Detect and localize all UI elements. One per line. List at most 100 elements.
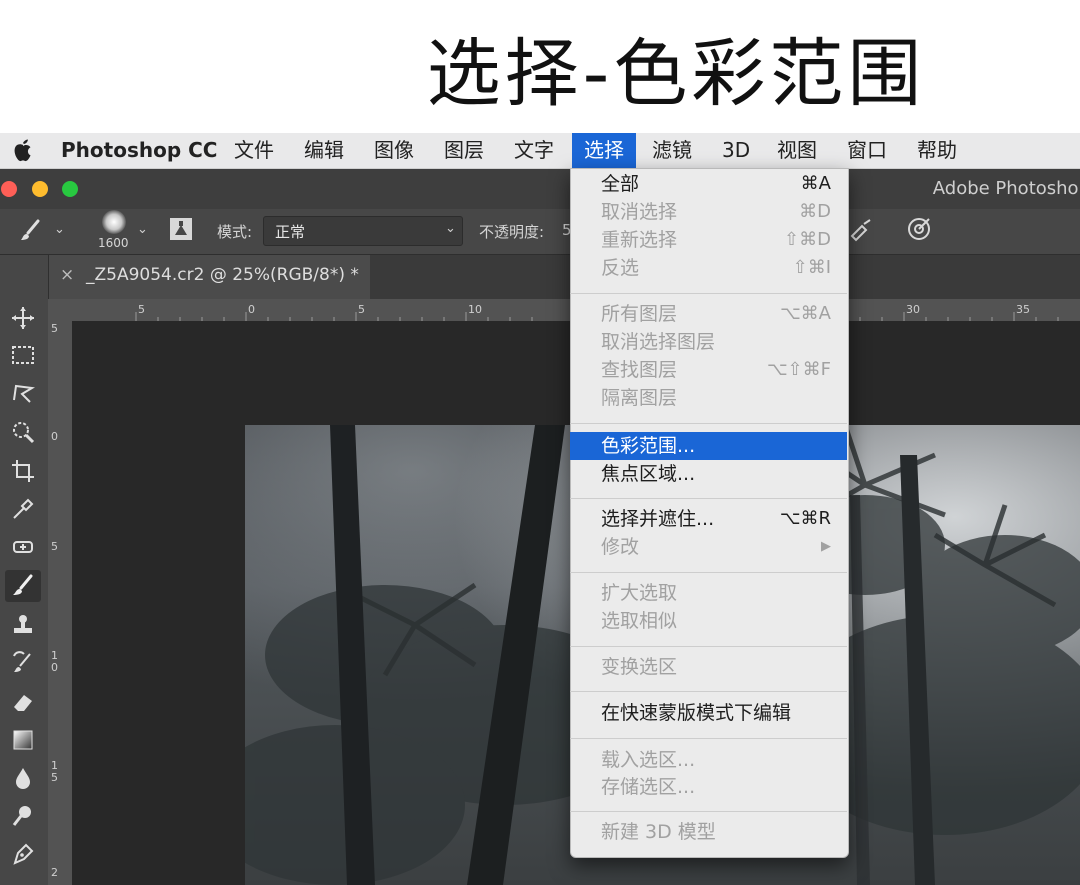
menu-separator — [570, 423, 847, 424]
eyedropper-tool-icon[interactable] — [5, 493, 41, 525]
chevron-down-icon[interactable]: ⌄ — [54, 222, 65, 237]
menu-item-shortcut: ⌥⌘A — [779, 303, 831, 324]
menu-item-label: 所有图层 — [601, 303, 678, 325]
menu-item-load-selection: 载入选区... — [570, 746, 847, 774]
menu-item-shortcut: ⇧⌘I — [792, 257, 831, 278]
close-tab-icon[interactable]: × — [60, 265, 74, 285]
menu-item-label: 选择并遮住... — [601, 508, 715, 530]
clone-stamp-tool-icon[interactable] — [5, 609, 41, 641]
menu-item-select-all[interactable]: 全部 ⌘A — [570, 170, 847, 198]
healing-brush-tool-icon[interactable] — [5, 531, 41, 563]
brush-tip-preview[interactable] — [102, 210, 126, 234]
menu-item-label: 焦点区域... — [601, 463, 696, 485]
menu-item-shortcut: ⌥⌘R — [779, 508, 831, 529]
menu-item-deselect-layers: 取消选择图层 — [570, 328, 847, 356]
zoom-window-button[interactable] — [62, 181, 78, 197]
menu-item-shortcut: ⌘D — [799, 201, 831, 222]
menu-separator — [570, 738, 847, 739]
menu-item-all-layers: 所有图层 ⌥⌘A — [570, 300, 847, 328]
crop-tool-icon[interactable] — [5, 455, 41, 487]
blur-tool-icon[interactable] — [5, 762, 41, 794]
vertical-ruler — [48, 321, 73, 885]
menu-filter[interactable]: 滤镜 — [652, 133, 692, 168]
ruler-tick-label: 1 0 — [51, 649, 58, 674]
menu-item-label: 存储选区... — [601, 776, 696, 798]
menu-image[interactable]: 图像 — [374, 133, 414, 168]
menu-edit[interactable]: 编辑 — [304, 133, 344, 168]
eraser-tool-icon[interactable] — [5, 686, 41, 718]
airbrush-icon[interactable] — [848, 216, 876, 242]
move-tool-icon[interactable] — [5, 302, 41, 334]
menu-3d[interactable]: 3D — [722, 133, 750, 168]
mode-value: 正常 — [275, 223, 306, 241]
menu-file[interactable]: 文件 — [234, 133, 274, 168]
menu-layer[interactable]: 图层 — [444, 133, 484, 168]
menu-separator — [570, 646, 847, 647]
close-window-button[interactable] — [1, 181, 17, 197]
brush-panel-toggle-icon[interactable] — [168, 216, 194, 242]
dodge-tool-icon[interactable] — [5, 800, 41, 832]
menu-view[interactable]: 视图 — [777, 133, 817, 168]
ruler-tick-label: 2 — [51, 866, 58, 879]
menu-app-name[interactable]: Photoshop CC — [61, 133, 217, 168]
lasso-tool-icon[interactable] — [5, 377, 41, 409]
document-tab-title[interactable]: _Z5A9054.cr2 @ 25%(RGB/8*) * — [86, 265, 359, 285]
menu-item-reselect: 重新选择 ⇧⌘D — [570, 226, 847, 254]
menu-item-label: 扩大选取 — [601, 582, 678, 604]
menu-item-save-selection: 存储选区... — [570, 773, 847, 801]
opacity-label: 不透明度: — [479, 223, 545, 241]
quick-selection-tool-icon[interactable] — [5, 416, 41, 448]
menu-item-label: 取消选择图层 — [601, 331, 716, 353]
menu-item-label: 选取相似 — [601, 610, 678, 632]
menu-item-label: 在快速蒙版模式下编辑 — [601, 702, 792, 724]
apple-icon[interactable] — [10, 136, 36, 164]
menu-item-shortcut: ⌥⇧⌘F — [766, 359, 831, 380]
menu-help[interactable]: 帮助 — [917, 133, 957, 168]
gradient-tool-icon[interactable] — [5, 724, 41, 756]
menu-item-focus-area[interactable]: 焦点区域... — [570, 460, 847, 488]
minimize-window-button[interactable] — [32, 181, 48, 197]
menu-item-transform-selection: 变换选区 — [570, 653, 847, 681]
menu-item-label: 全部 — [601, 173, 640, 195]
submenu-arrow-icon: ▶ — [821, 539, 831, 554]
menu-item-label: 重新选择 — [601, 229, 678, 251]
menu-item-label: 新建 3D 模型 — [601, 821, 716, 843]
page-heading: 选择-色彩范围 — [426, 31, 926, 117]
brush-tool-icon[interactable] — [5, 570, 41, 602]
brush-size: 1600 — [98, 236, 129, 250]
menu-item-label: 修改 — [601, 536, 640, 558]
menu-item-inverse: 反选 ⇧⌘I — [570, 254, 847, 282]
menu-item-label: 载入选区... — [601, 749, 696, 771]
chevron-down-icon: ⌄ — [445, 221, 456, 236]
brush-preset-icon[interactable] — [18, 218, 44, 244]
pressure-size-icon[interactable] — [905, 215, 933, 243]
marquee-tool-icon[interactable] — [5, 339, 41, 371]
menu-separator — [570, 691, 847, 692]
ruler-tick-label: 0 — [51, 430, 58, 443]
menu-item-isolate-layers: 隔离图层 — [570, 384, 847, 412]
menu-item-shortcut: ⇧⌘D — [784, 229, 831, 250]
menu-item-quick-mask[interactable]: 在快速蒙版模式下编辑 — [570, 699, 847, 727]
chevron-down-icon[interactable]: ⌄ — [137, 222, 148, 237]
menu-item-modify: 修改 ▶ — [570, 533, 847, 561]
ruler-tick-label: 5 — [51, 540, 58, 553]
pen-tool-icon[interactable] — [5, 838, 41, 870]
menu-item-color-range[interactable]: 色彩范围... — [570, 432, 847, 460]
ruler-tick-label: 5 — [51, 322, 58, 335]
menu-window[interactable]: 窗口 — [847, 133, 887, 168]
window-title: Adobe Photoshop — [932, 178, 1080, 199]
menu-item-label: 查找图层 — [601, 359, 678, 381]
menu-separator — [570, 498, 847, 499]
menu-item-similar: 选取相似 — [570, 607, 847, 635]
history-brush-tool-icon[interactable] — [5, 647, 41, 679]
menu-item-select-and-mask[interactable]: 选择并遮住... ⌥⌘R — [570, 505, 847, 533]
menu-item-find-layers: 查找图层 ⌥⇧⌘F — [570, 356, 847, 384]
menu-item-label: 隔离图层 — [601, 387, 678, 409]
ruler-tick-label: 1 5 — [51, 759, 58, 784]
menu-separator — [570, 572, 847, 573]
menu-select[interactable]: 选择 — [572, 133, 636, 168]
menu-type[interactable]: 文字 — [514, 133, 554, 168]
menu-item-deselect: 取消选择 ⌘D — [570, 198, 847, 226]
menu-separator — [570, 811, 847, 812]
menu-item-label: 变换选区 — [601, 656, 678, 678]
